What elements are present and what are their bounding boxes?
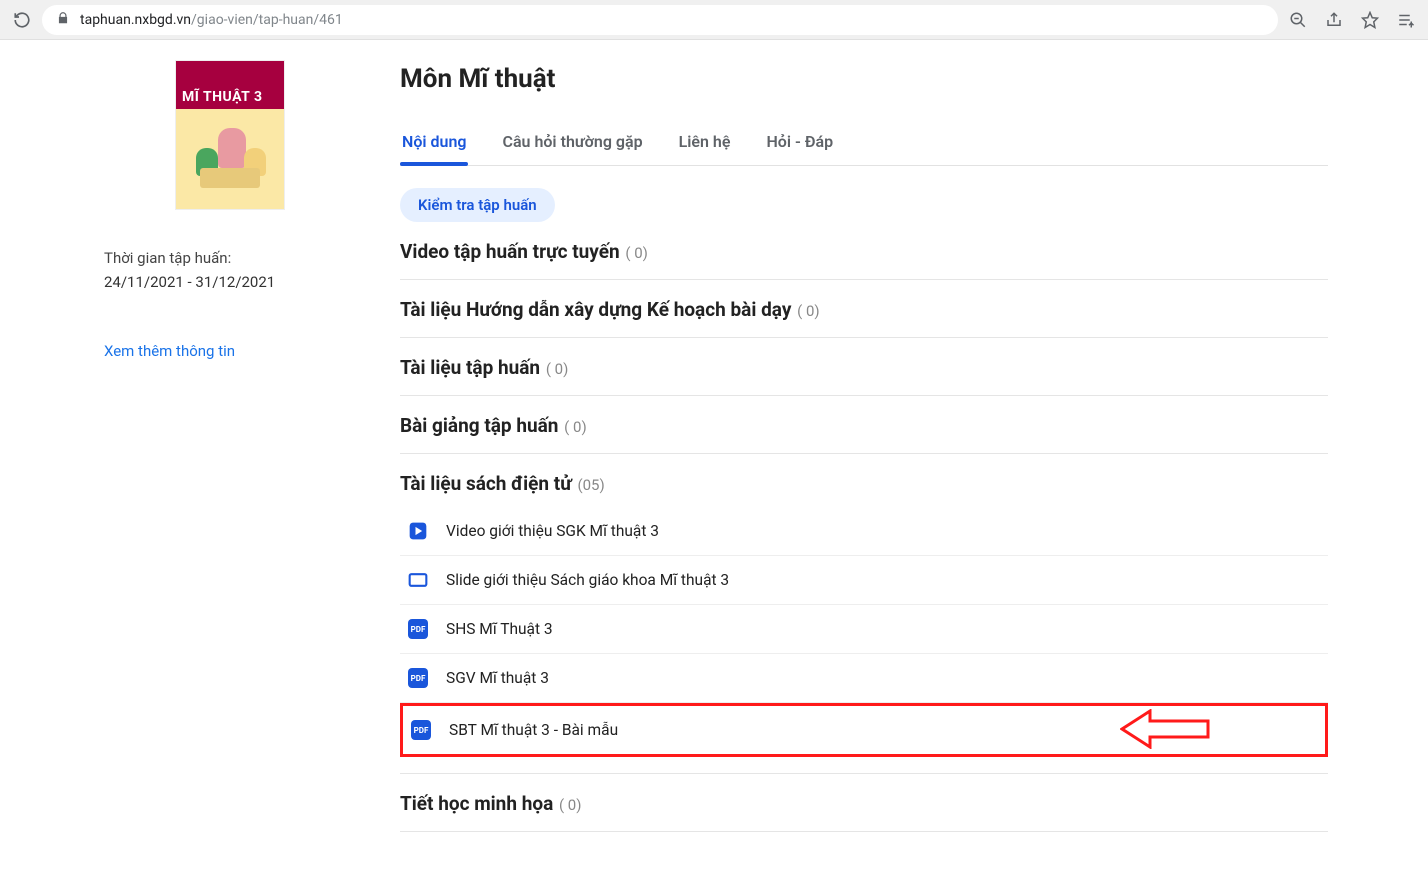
section-4: Tài liệu sách điện tử (05) Video giới thi… bbox=[400, 454, 1328, 774]
section-title: Video tập huấn trực tuyến bbox=[400, 240, 620, 263]
section-count: (05) bbox=[574, 476, 605, 494]
list-item[interactable]: Slide giới thiệu Sách giáo khoa Mĩ thuật… bbox=[400, 556, 1328, 605]
section-count: ( 0) bbox=[622, 244, 648, 262]
slide-icon bbox=[408, 570, 428, 590]
section-5: Tiết học minh họa ( 0) bbox=[400, 774, 1328, 832]
section-title: Tài liệu tập huấn bbox=[400, 356, 540, 379]
tab-0[interactable]: Nội dung bbox=[400, 122, 468, 165]
section-header[interactable]: Tài liệu tập huấn ( 0) bbox=[400, 356, 1328, 379]
section-1: Tài liệu Hướng dẫn xây dựng Kế hoạch bài… bbox=[400, 280, 1328, 338]
section-count: ( 0) bbox=[560, 418, 586, 436]
play-icon bbox=[408, 521, 428, 541]
list-item[interactable]: Video giới thiệu SGK Mĩ thuật 3 bbox=[400, 507, 1328, 556]
pdf-icon: PDF bbox=[408, 668, 428, 688]
section-count: ( 0) bbox=[542, 360, 568, 378]
section-title: Tài liệu Hướng dẫn xây dựng Kế hoạch bài… bbox=[400, 298, 791, 321]
item-list: Video giới thiệu SGK Mĩ thuật 3 Slide giớ… bbox=[400, 507, 1328, 757]
page-title: Môn Mĩ thuật bbox=[400, 64, 1328, 94]
sections: Video tập huấn trực tuyến ( 0)Tài liệu H… bbox=[400, 222, 1328, 832]
section-header[interactable]: Bài giảng tập huấn ( 0) bbox=[400, 414, 1328, 437]
tabs: Nội dung Câu hỏi thường gặp Liên hệ Hỏi - Đ… bbox=[400, 122, 1328, 166]
section-count: ( 0) bbox=[555, 796, 581, 814]
list-item[interactable]: PDF SHS Mĩ Thuật 3 bbox=[400, 605, 1328, 654]
section-header[interactable]: Tài liệu Hướng dẫn xây dựng Kế hoạch bài… bbox=[400, 298, 1328, 321]
section-title: Tài liệu sách điện tử bbox=[400, 472, 572, 495]
url-path: /giao-vien/tap-huan/461 bbox=[191, 12, 343, 28]
main-content: Môn Mĩ thuật Nội dung Câu hỏi thường gặp L… bbox=[400, 60, 1328, 832]
annotation-arrow bbox=[1120, 709, 1210, 753]
cover-title: MĨ THUẬT 3 bbox=[182, 89, 278, 105]
url-text: taphuan.nxbgd.vn/giao-vien/tap-huan/461 bbox=[80, 12, 343, 28]
section-header[interactable]: Video tập huấn trực tuyến ( 0) bbox=[400, 240, 1328, 263]
more-info-link[interactable]: Xem thêm thông tin bbox=[100, 342, 235, 360]
item-label: Video giới thiệu SGK Mĩ thuật 3 bbox=[446, 522, 659, 540]
section-title: Tiết học minh họa bbox=[400, 792, 553, 815]
browser-right-icons bbox=[1288, 10, 1416, 30]
section-2: Tài liệu tập huấn ( 0) bbox=[400, 338, 1328, 396]
share-icon[interactable] bbox=[1324, 10, 1344, 30]
section-title: Bài giảng tập huấn bbox=[400, 414, 558, 437]
item-label: SGV Mĩ thuật 3 bbox=[446, 669, 549, 687]
pdf-icon: PDF bbox=[411, 720, 431, 740]
sidebar: MĨ THUẬT 3 Thời gian tập huấn: 24/11/202… bbox=[100, 60, 360, 832]
item-label: SHS Mĩ Thuật 3 bbox=[446, 620, 553, 638]
book-cover: MĨ THUẬT 3 bbox=[175, 60, 285, 210]
section-3: Bài giảng tập huấn ( 0) bbox=[400, 396, 1328, 454]
page-content: MĨ THUẬT 3 Thời gian tập huấn: 24/11/202… bbox=[84, 40, 1344, 892]
address-bar[interactable]: taphuan.nxbgd.vn/giao-vien/tap-huan/461 bbox=[42, 5, 1278, 35]
section-header[interactable]: Tài liệu sách điện tử (05) bbox=[400, 472, 1328, 495]
training-time-label: Thời gian tập huấn: bbox=[104, 246, 360, 270]
tab-1[interactable]: Câu hỏi thường gặp bbox=[500, 122, 644, 165]
training-time: Thời gian tập huấn: 24/11/2021 - 31/12/2… bbox=[100, 246, 360, 294]
section-0: Video tập huấn trực tuyến ( 0) bbox=[400, 222, 1328, 280]
tab-3[interactable]: Hỏi - Đáp bbox=[764, 122, 835, 165]
url-host: taphuan.nxbgd.vn bbox=[80, 12, 191, 28]
section-header[interactable]: Tiết học minh họa ( 0) bbox=[400, 792, 1328, 815]
list-item[interactable]: PDF SGV Mĩ thuật 3 bbox=[400, 654, 1328, 703]
zoom-out-icon[interactable] bbox=[1288, 10, 1308, 30]
tab-2[interactable]: Liên hệ bbox=[677, 122, 733, 165]
training-time-range: 24/11/2021 - 31/12/2021 bbox=[104, 270, 360, 294]
reading-list-icon[interactable] bbox=[1396, 10, 1416, 30]
lock-icon bbox=[56, 11, 70, 29]
item-label: SBT Mĩ thuật 3 - Bài mẫu bbox=[449, 721, 618, 739]
section-count: ( 0) bbox=[793, 302, 819, 320]
pdf-icon: PDF bbox=[408, 619, 428, 639]
exam-button[interactable]: Kiểm tra tập huấn bbox=[400, 188, 555, 222]
browser-chrome: taphuan.nxbgd.vn/giao-vien/tap-huan/461 bbox=[0, 0, 1428, 40]
reload-icon[interactable] bbox=[12, 10, 32, 30]
item-label: Slide giới thiệu Sách giáo khoa Mĩ thuật… bbox=[446, 571, 729, 589]
star-icon[interactable] bbox=[1360, 10, 1380, 30]
